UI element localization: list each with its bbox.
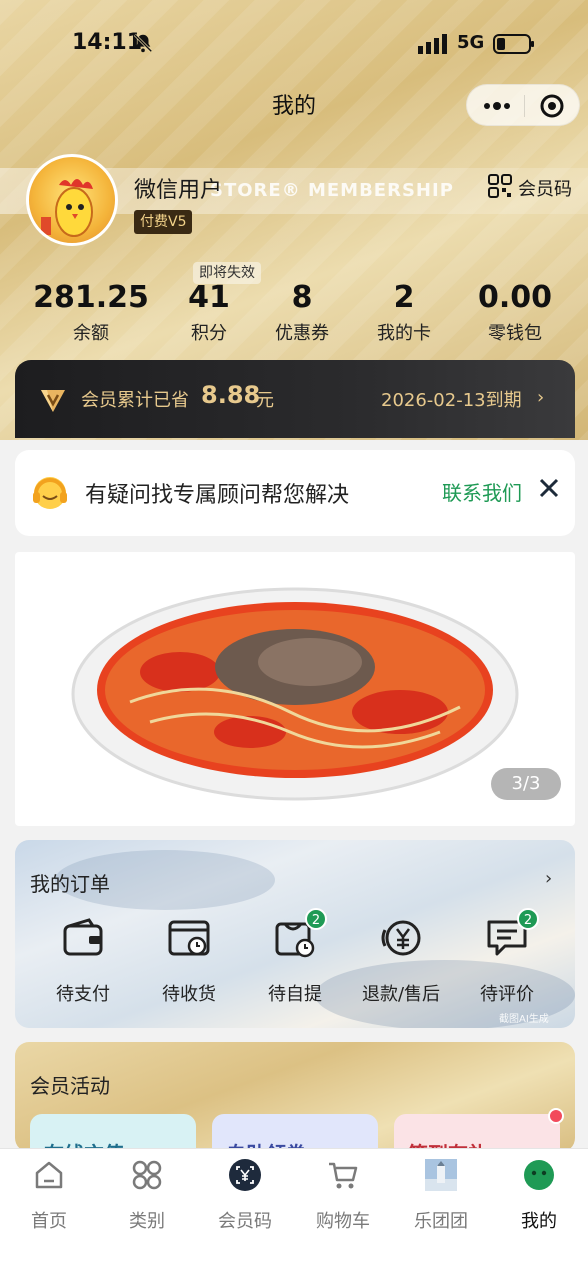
capsule-divider: [524, 95, 525, 117]
savings-expire-date: 2026-02-13到期: [381, 390, 522, 411]
miniprogram-capsule: [466, 84, 580, 126]
banner-pager: 3/3: [491, 768, 561, 800]
noodle-soup-image: [71, 587, 519, 801]
notification-dot: [548, 1108, 564, 1124]
chevron-right-icon[interactable]: ›: [545, 868, 552, 889]
stat-label: 余额: [73, 323, 109, 344]
tab-label: 我的: [521, 1211, 557, 1232]
contact-us-link[interactable]: 联系我们: [442, 477, 522, 506]
member-activities-panel: 会员活动 在线充值 自助领券 签到有礼: [15, 1042, 575, 1152]
membership-watermark: STORE® MEMBERSHIP: [210, 180, 454, 201]
tab-group[interactable]: 乐团团: [392, 1157, 490, 1237]
order-pending-pickup[interactable]: 2 待自提: [245, 908, 345, 1016]
stat-label: 我的卡: [377, 323, 431, 344]
advisor-message: 有疑问找专属顾问帮您解决: [85, 483, 350, 508]
avatar[interactable]: [26, 154, 118, 246]
refund-yen-icon: [381, 920, 421, 956]
tab-label: 会员码: [218, 1211, 272, 1232]
more-dots-icon[interactable]: [483, 96, 511, 116]
username: 微信用户: [134, 178, 223, 203]
order-label: 待收货: [162, 984, 216, 1005]
tab-label: 购物车: [316, 1211, 370, 1232]
close-icon[interactable]: [538, 477, 560, 499]
stat-value: 0.00: [477, 280, 553, 315]
member-savings-bar[interactable]: 会员累计已省 8.88 元 2026-02-13到期 ›: [15, 360, 575, 438]
member-code-icon: [229, 1159, 261, 1191]
tab-member-code[interactable]: 会员码: [196, 1157, 294, 1237]
home-icon: [35, 1161, 63, 1189]
order-label: 待评价: [480, 984, 534, 1005]
stat-wallet[interactable]: 0.00 零钱包: [455, 280, 575, 345]
status-bar: 14:11 5G: [0, 22, 588, 66]
orders-title: 我的订单: [30, 872, 110, 896]
cart-icon: [329, 1162, 358, 1189]
activity-card-checkin[interactable]: 签到有礼: [394, 1114, 560, 1152]
delivery-box-icon: [168, 920, 210, 956]
tab-category[interactable]: 类别: [98, 1157, 196, 1237]
savings-text: 会员累计已省: [81, 390, 189, 411]
order-label: 待支付: [56, 984, 110, 1005]
tab-label: 类别: [129, 1211, 165, 1232]
profile-icon: [524, 1160, 554, 1190]
diamond-v-icon: [41, 390, 65, 412]
battery-icon: [493, 34, 534, 54]
close-target-icon[interactable]: [539, 93, 565, 119]
vip-level-badge: 付费V5: [134, 210, 193, 234]
group-thumbnail-icon: [425, 1159, 457, 1191]
tab-label: 首页: [31, 1211, 67, 1232]
order-pending-delivery[interactable]: 待收货: [139, 916, 239, 1016]
ai-generated-mark: 截图AI生成: [499, 1014, 549, 1025]
order-count-badge: 2: [517, 908, 539, 930]
account-stats: 281.25 余额 41 积分 8 优惠券 2 我的卡 0.00 零钱包: [0, 262, 588, 345]
tab-cart[interactable]: 购物车: [294, 1157, 392, 1237]
order-pending-review[interactable]: 2 待评价: [457, 908, 557, 1016]
rooster-mascot-icon: [41, 179, 93, 237]
headset-icon: [33, 477, 67, 509]
order-label: 待自提: [268, 984, 322, 1005]
stat-value: 281.25: [33, 280, 149, 315]
stat-label: 零钱包: [488, 323, 542, 344]
stat-balance[interactable]: 281.25 余额: [31, 280, 151, 345]
advisor-notice: 有疑问找专属顾问帮您解决 联系我们: [15, 450, 575, 536]
cellular-signal-icon: [418, 34, 447, 54]
member-code-label: 会员码: [518, 179, 572, 200]
activity-card-recharge[interactable]: 在线充值: [30, 1114, 196, 1152]
tab-mine[interactable]: 我的: [490, 1157, 588, 1237]
order-pending-payment[interactable]: 待支付: [33, 916, 133, 1016]
tab-home[interactable]: 首页: [0, 1157, 98, 1237]
stat-cards[interactable]: 2 我的卡: [344, 280, 464, 345]
promo-banner[interactable]: 3/3: [15, 552, 575, 826]
order-label: 退款/售后: [361, 984, 441, 1005]
my-orders-panel: 我的订单 › 待支付 待收货 2 待自提 退款/售后 2 待评价 截图AI生成: [15, 840, 575, 1028]
activity-card-coupons[interactable]: 自助领券: [212, 1114, 378, 1152]
bottom-tabbar: 首页 类别 会员码 购物车 乐团团 我的: [0, 1148, 588, 1277]
activities-title: 会员活动: [30, 1074, 110, 1098]
network-type: 5G: [457, 32, 485, 53]
member-code-button[interactable]: 会员码: [488, 174, 578, 200]
qr-code-icon: [488, 174, 512, 198]
order-count-badge: 2: [305, 908, 327, 930]
savings-unit: 元: [256, 390, 274, 411]
chevron-right-icon: ›: [537, 387, 545, 408]
order-refund-aftersale[interactable]: 退款/售后: [351, 916, 451, 1016]
savings-amount: 8.88: [201, 381, 261, 409]
mute-bell-icon: [133, 33, 153, 53]
wallet-icon: [63, 918, 103, 956]
category-icon: [132, 1160, 162, 1190]
stat-value: 2: [393, 280, 415, 315]
tab-label: 乐团团: [414, 1211, 468, 1232]
